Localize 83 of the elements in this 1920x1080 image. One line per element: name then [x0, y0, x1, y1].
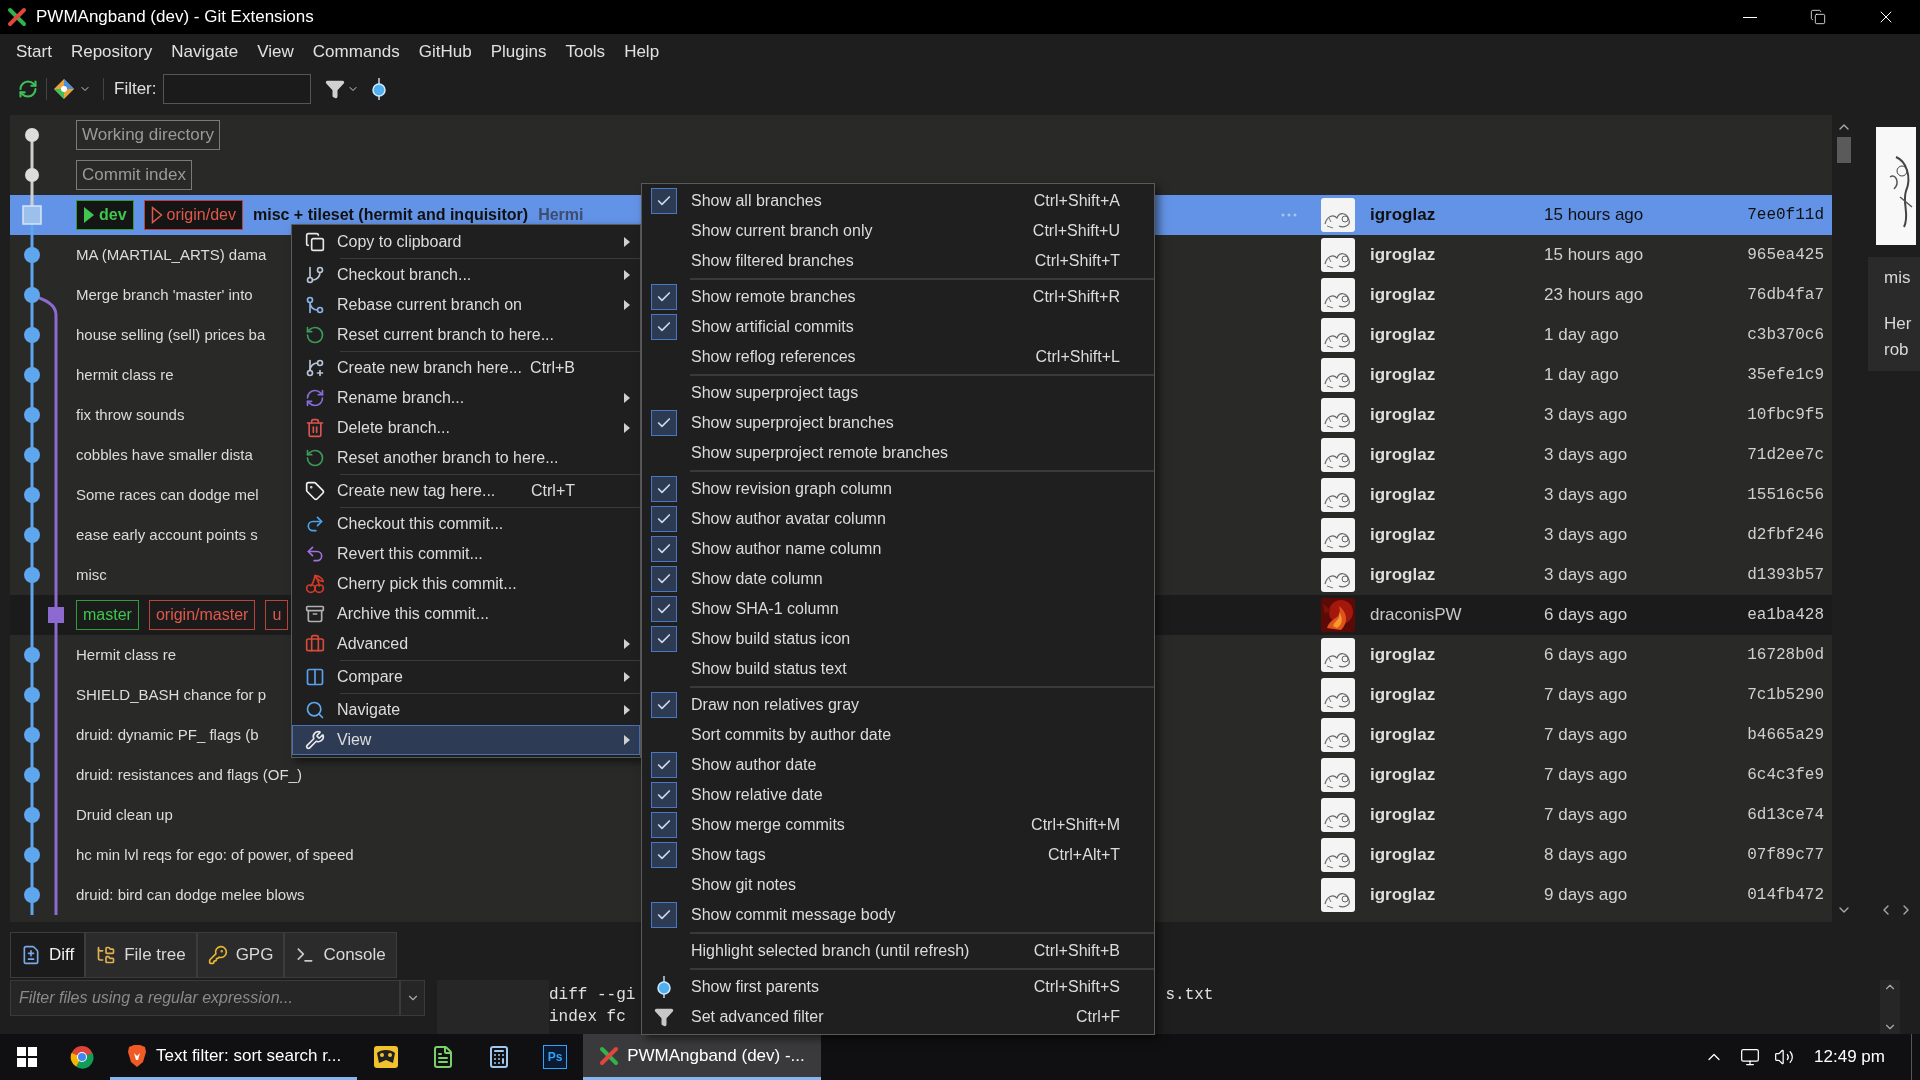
commit-sha: 71d2ee7c: [1747, 445, 1824, 466]
commit-info-text: Her: [1884, 313, 1913, 335]
commit-date: 8 days ago: [1544, 845, 1628, 865]
commit-date: 6 days ago: [1544, 645, 1628, 665]
commit-message: druid: resistances and flags (OF_): [76, 764, 302, 785]
author-name: igroglaz: [1370, 405, 1436, 425]
commit-sha: 10fbc9f5: [1747, 405, 1824, 426]
commit-date: 3 days ago: [1544, 565, 1628, 585]
author-name: igroglaz: [1370, 765, 1436, 785]
commit-date: 1 day ago: [1544, 325, 1619, 345]
commit-date: 7 days ago: [1544, 765, 1628, 785]
artificial-commit-label: Working directory: [76, 120, 220, 150]
commit-date: 3 days ago: [1544, 445, 1628, 465]
commit-sha: 15516c56: [1747, 485, 1824, 506]
commit-sha: 6d13ce74: [1747, 805, 1824, 826]
commit-body: Hermi: [538, 205, 584, 225]
commit-message: hc min lvl reqs for ego: of power, of speed: [76, 844, 354, 865]
commit-date: 15 hours ago: [1544, 205, 1644, 225]
commit-message: Some races can dodge mel: [76, 484, 259, 505]
commit-sha: ea1ba428: [1747, 605, 1824, 626]
commit-sha: c3b370c6: [1747, 325, 1824, 346]
commit-message: house selling (sell) prices ba: [76, 324, 266, 345]
commit-message: hermit class re: [76, 364, 174, 385]
commit-info-text: mis: [1884, 267, 1912, 289]
diff-line: s.txt: [1165, 985, 1214, 1006]
commit-message: druid: bird can dodge melee blows: [76, 884, 305, 905]
commit-message: misc: [76, 564, 107, 585]
author-name: igroglaz: [1370, 485, 1436, 505]
commit-sha: 7ee0f11d: [1747, 205, 1824, 226]
commit-message: MA (MARTIAL_ARTS) dama: [76, 244, 267, 265]
commit-sha: 07f89c77: [1747, 845, 1824, 866]
author-name: igroglaz: [1370, 525, 1436, 545]
commit-sha: 6c4c3fe9: [1747, 765, 1824, 786]
commit-sha: 76db4fa7: [1747, 285, 1824, 306]
author-name: igroglaz: [1370, 805, 1436, 825]
commit-info-text: rob: [1884, 339, 1910, 361]
commit-message: fix throw sounds: [76, 404, 185, 425]
commit-sha: 16728b0d: [1747, 645, 1824, 666]
commit-message: druid: dynamic PF_ flags (b: [76, 724, 259, 745]
author-name: igroglaz: [1370, 285, 1436, 305]
commit-date: 1 day ago: [1544, 365, 1619, 385]
commit-date: 7 days ago: [1544, 805, 1628, 825]
commit-date: 3 days ago: [1544, 485, 1628, 505]
commit-date: 23 hours ago: [1544, 285, 1644, 305]
author-name: igroglaz: [1370, 445, 1436, 465]
author-name: igroglaz: [1370, 685, 1436, 705]
commit-date: 6 days ago: [1544, 605, 1628, 625]
commit-message: Hermit class re: [76, 644, 176, 665]
commit-message: ease early account points s: [76, 524, 258, 545]
commit-message: misc + tileset (hermit and inquisitor): [252, 205, 529, 225]
author-name: igroglaz: [1370, 885, 1436, 905]
commit-sha: 014fb472: [1747, 885, 1824, 906]
commit-date: 7 days ago: [1544, 725, 1628, 745]
commit-sha: b4665a29: [1747, 725, 1824, 746]
author-name: igroglaz: [1370, 565, 1436, 585]
window-title: PWMAngband (dev) - Git Extensions: [36, 6, 314, 29]
commit-message: SHIELD_BASH chance for p: [76, 684, 267, 705]
author-name: igroglaz: [1370, 845, 1436, 865]
commit-sha: 7c1b5290: [1747, 685, 1824, 706]
commit-date: 9 days ago: [1544, 885, 1628, 905]
commit-date: 3 days ago: [1544, 525, 1628, 545]
commit-sha: 965ea425: [1747, 245, 1824, 266]
commit-sha: 35efe1c9: [1747, 365, 1824, 386]
author-name: igroglaz: [1370, 645, 1436, 665]
commit-message: Merge branch 'master' into: [76, 284, 253, 305]
author-name: igroglaz: [1370, 365, 1436, 385]
artificial-commit-label: Commit index: [76, 160, 192, 190]
commit-date: 15 hours ago: [1544, 245, 1644, 265]
commit-message: Druid clean up: [76, 804, 173, 825]
author-name: igroglaz: [1370, 245, 1436, 265]
diff-line: diff --gi: [549, 985, 636, 1006]
author-name: igroglaz: [1370, 325, 1436, 345]
commit-sha: d2fbf246: [1747, 525, 1824, 546]
commit-date: 3 days ago: [1544, 405, 1628, 425]
commit-message: cobbles have smaller dista: [76, 444, 253, 465]
commit-date: 7 days ago: [1544, 685, 1628, 705]
photoshop-icon: Ps: [543, 1045, 568, 1069]
author-name: igroglaz: [1370, 205, 1436, 225]
author-name: draconisPW: [1370, 605, 1462, 625]
author-name: igroglaz: [1370, 725, 1436, 745]
diff-line: index fc: [549, 1007, 626, 1028]
commit-sha: d1393b57: [1747, 565, 1824, 586]
filter-label: Filter:: [114, 78, 157, 101]
